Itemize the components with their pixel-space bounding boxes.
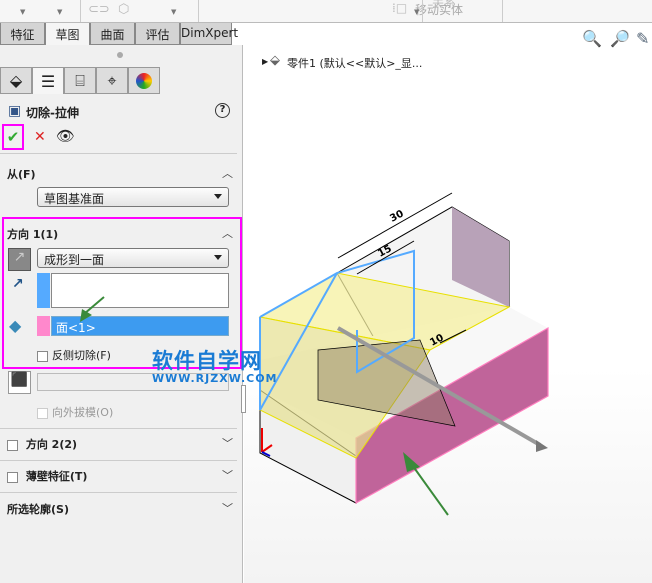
splitter-handle[interactable] (117, 52, 123, 58)
direction-arrow-icon: ↗ (12, 276, 24, 292)
annotation-arrow (409, 461, 449, 516)
draft-outward-label: 向外拔模(O) (52, 406, 114, 419)
chevron-down-icon (214, 194, 222, 199)
tab-property-manager[interactable]: ☰ (32, 67, 64, 94)
appearance-icon (136, 72, 152, 89)
tab-configuration-manager[interactable]: ⌸ (64, 67, 96, 94)
polygon-icon[interactable]: ⬡ (118, 2, 129, 17)
tab-surfaces[interactable]: 曲面 (90, 23, 135, 45)
watermark-url: WWW.RJZXW.COM (152, 372, 278, 385)
slot-icon[interactable]: ⊂⊃ (88, 2, 110, 17)
crosshair-icon: ⌖ (107, 70, 117, 90)
flip-side-checkbox[interactable]: 反侧切除(F) (37, 347, 111, 363)
direction-color-swatch (37, 273, 50, 308)
help-button[interactable]: ? (215, 103, 230, 118)
command-manager-tabs: 特征 草图 曲面 评估 DimXpert (0, 23, 238, 45)
from-select[interactable]: 草图基准面 (37, 187, 229, 207)
cut-extrude-icon: ▣ (8, 103, 22, 119)
feature-title: 切除-拉伸 (26, 106, 79, 120)
draft-outward-checkbox[interactable]: 向外拔模(O) (37, 404, 113, 420)
checkmark-icon: ✔ (6, 128, 20, 146)
tab-dimxpert-manager[interactable]: ⌖ (96, 67, 128, 94)
tab-sketch[interactable]: 草图 (45, 23, 90, 45)
direction2-label: 方向 2(2) (25, 438, 78, 451)
command-toolbar: ▼ ▼ ⊂⊃ ⬡ ▼ ⁞□ 移动实体 ▼ 关系 (0, 0, 652, 23)
checkbox[interactable] (37, 350, 48, 362)
from-value: 草图基准面 (44, 192, 105, 206)
collapse-icon[interactable]: ︿ (222, 165, 233, 181)
direction1-section-header[interactable]: 方向 1(1) (7, 226, 58, 242)
arrowhead-icon[interactable] (536, 440, 548, 452)
watermark-title: 软件自学网 (152, 349, 262, 373)
chevron-down-icon (214, 255, 222, 260)
face-color-swatch (37, 316, 50, 336)
tab-features[interactable]: 特征 (0, 23, 45, 45)
ok-button[interactable]: ✔ (2, 124, 24, 150)
tab-display-manager[interactable] (128, 67, 160, 94)
thin-feature-label: 薄壁特征(T) (25, 470, 88, 483)
thin-feature-section-header[interactable]: 薄壁特征(T) (7, 468, 87, 484)
config-icon: ⌸ (75, 70, 85, 90)
checkbox[interactable] (37, 407, 48, 419)
list-icon: ☰ (40, 71, 56, 91)
dimension-30[interactable]: 30 (388, 208, 405, 224)
graphics-area[interactable]: ▶ ⬙ 零件1 (默认<<默认>_显... 🔍 🔎 ✎ 30 15 10 (241, 29, 652, 583)
face-icon: ◆ (9, 316, 22, 335)
cancel-button[interactable]: ✕ (34, 129, 46, 145)
part-icon: ⬙ (9, 71, 23, 90)
checkbox[interactable] (7, 471, 18, 483)
draft-button[interactable]: ⬛ (8, 371, 31, 394)
preview-eye-icon[interactable]: 👁 (56, 127, 75, 145)
end-condition-select[interactable]: 成形到一面 (37, 248, 229, 268)
expand-icon[interactable]: ﹀ (222, 467, 233, 483)
dropdown-arrow-icon[interactable]: ▼ (57, 8, 62, 16)
tab-dimxpert[interactable]: DimXpert (180, 23, 238, 45)
model-view: 30 15 10 (258, 192, 549, 516)
tab-feature-tree[interactable]: ⬙ (0, 67, 32, 94)
reverse-direction-button[interactable]: ↗ (8, 248, 31, 271)
dropdown-arrow-icon[interactable]: ▼ (414, 8, 419, 16)
annotation-arrow-panel (80, 296, 105, 322)
checkbox[interactable] (7, 439, 18, 451)
property-manager-panel: ⬙ ☰ ⌸ ⌖ ▣ 切除-拉伸 ? ✔ ✕ 👁 从(F) ︿ 草图基准面 方向 … (0, 45, 243, 583)
end-condition-value: 成形到一面 (44, 253, 105, 267)
expand-icon[interactable]: ﹀ (222, 500, 233, 516)
dropdown-arrow-icon[interactable]: ▼ (171, 8, 176, 16)
relations-button[interactable]: 关系 (432, 0, 456, 11)
dropdown-arrow-icon[interactable]: ▼ (20, 8, 25, 16)
flip-side-label: 反侧切除(F) (52, 349, 111, 362)
selected-contours-section-header[interactable]: 所选轮廓(S) (7, 501, 69, 517)
collapse-icon[interactable]: ︿ (222, 225, 233, 241)
expand-icon[interactable]: ﹀ (222, 435, 233, 451)
direction2-section-header[interactable]: 方向 2(2) (7, 436, 77, 452)
tab-evaluate[interactable]: 评估 (135, 23, 180, 45)
move-body-icon: ⁞□ (392, 1, 408, 15)
from-section-header[interactable]: 从(F) (7, 166, 36, 182)
